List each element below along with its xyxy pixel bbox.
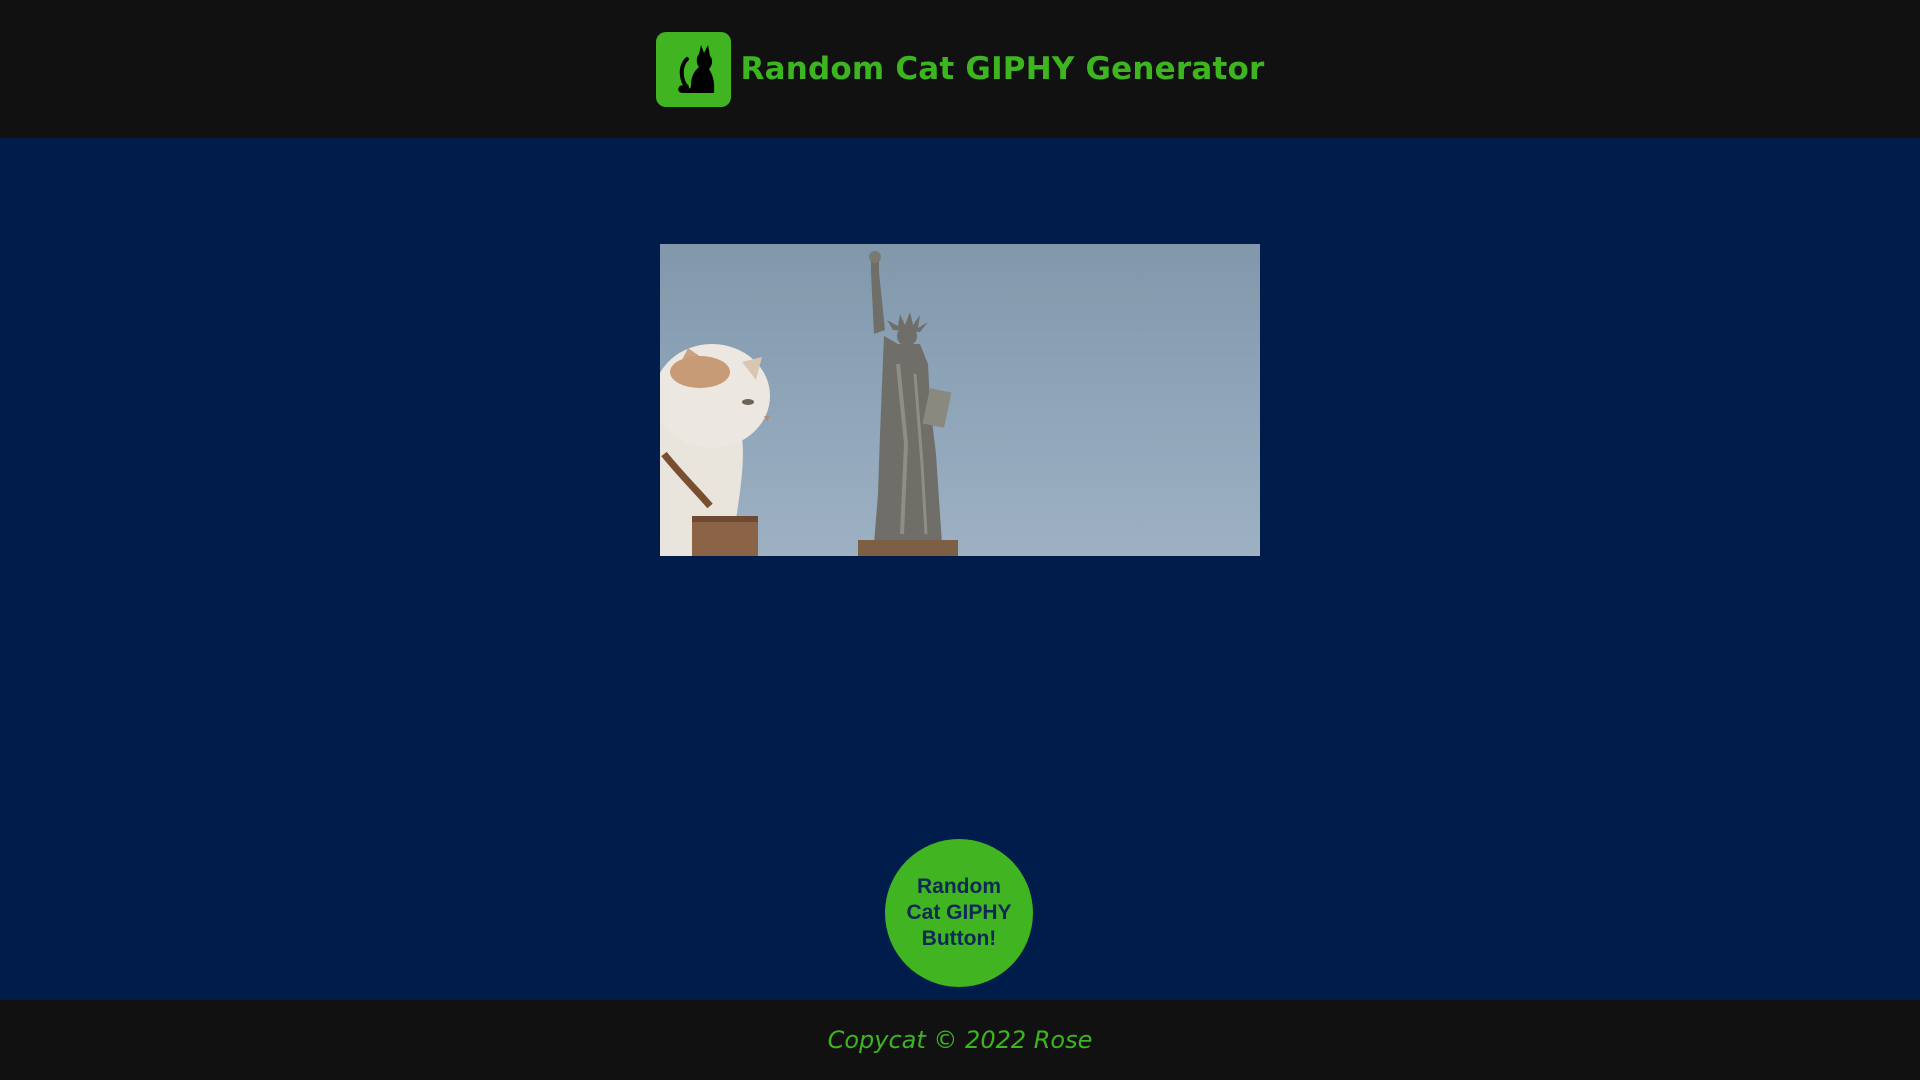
cat-logo-icon bbox=[655, 31, 731, 107]
footer-copyright: Copycat © 2022 Rose bbox=[827, 1026, 1093, 1054]
random-cat-button[interactable]: Random Cat GIPHY Button! bbox=[885, 839, 1033, 987]
cat-gif-image bbox=[660, 244, 1260, 556]
brand: Random Cat GIPHY Generator bbox=[655, 31, 1265, 107]
site-header: Random Cat GIPHY Generator bbox=[0, 0, 1920, 138]
page-title: Random Cat GIPHY Generator bbox=[740, 51, 1265, 87]
site-footer: Copycat © 2022 Rose bbox=[0, 1000, 1920, 1080]
